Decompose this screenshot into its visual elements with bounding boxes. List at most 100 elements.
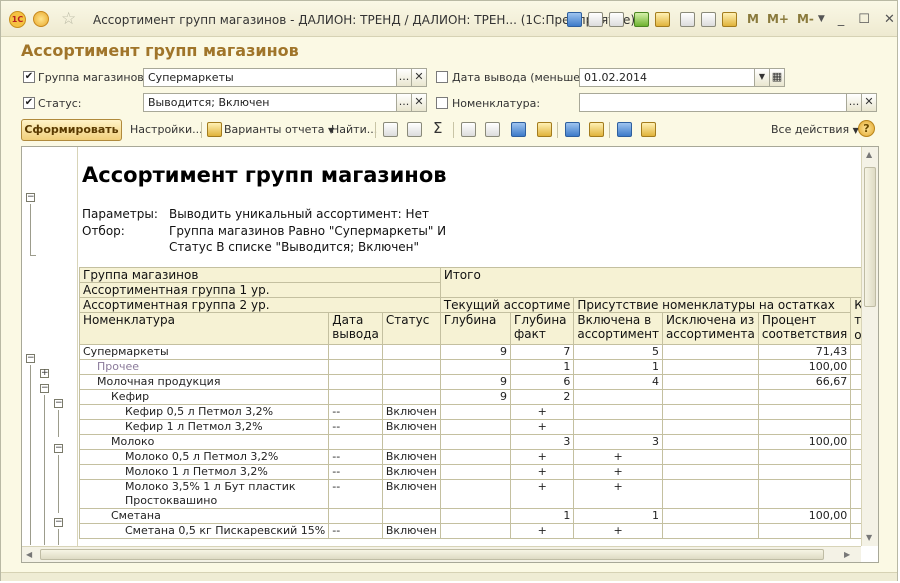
horizontal-scrollbar[interactable]: ◀ ▶	[22, 546, 861, 562]
excluded-cell[interactable]	[661, 449, 759, 465]
status-cell[interactable]	[381, 434, 441, 450]
depth-fact-cell[interactable]: 3	[510, 434, 575, 450]
status-checkbox[interactable]: ✔	[23, 97, 35, 109]
withdraw-date-cell[interactable]	[328, 344, 383, 360]
depth-cell[interactable]	[439, 464, 512, 480]
status-cell[interactable]	[381, 344, 441, 360]
report-variants-icon[interactable]	[207, 122, 222, 137]
percent-cell[interactable]: 100,00	[757, 434, 852, 450]
nomenclature-cell[interactable]: Кефир	[78, 389, 330, 405]
collapse-kefir-icon[interactable]: −	[54, 399, 63, 408]
print-icon[interactable]	[588, 11, 603, 27]
excluded-cell[interactable]	[661, 419, 759, 435]
nomenclature-cell[interactable]: Сметана 0,5 кг Пискаревский 15%	[78, 523, 330, 539]
horizontal-scroll-thumb[interactable]	[40, 549, 824, 560]
nomenclature-cell[interactable]: Кефир 0,5 л Петмол 3,2%	[78, 404, 330, 420]
depth-fact-cell[interactable]: 1	[510, 359, 575, 375]
percent-cell[interactable]	[757, 523, 852, 539]
depth-fact-cell[interactable]: +	[510, 523, 575, 539]
depth-cell[interactable]: 9	[439, 389, 512, 405]
withdraw-date-cell[interactable]	[328, 508, 383, 524]
status-cell[interactable]: Включен	[381, 523, 441, 539]
print-icon[interactable]	[461, 122, 476, 137]
percent-cell[interactable]	[757, 419, 852, 435]
included-cell[interactable]: 5	[573, 344, 663, 360]
collapse-header-icon[interactable]: −	[26, 193, 35, 202]
copy-icon[interactable]	[565, 122, 580, 137]
percent-cell[interactable]	[757, 449, 852, 465]
included-cell[interactable]: 3	[573, 434, 663, 450]
minimize-icon[interactable]: _	[838, 12, 845, 27]
favorites-list-icon[interactable]	[655, 11, 670, 27]
maximize-icon[interactable]: ☐	[858, 12, 870, 27]
depth-fact-cell[interactable]: +	[510, 449, 575, 465]
depth-cell[interactable]	[439, 434, 512, 450]
nomenclature-field[interactable]	[579, 93, 847, 112]
table-row[interactable]: Молоко 3 3 100,00	[78, 434, 878, 450]
table-row[interactable]: Молоко 3,5% 1 л Бут пластик Простоквашино…	[78, 479, 878, 509]
table-row[interactable]: Молоко 0,5 л Петмол 3,2%--Включен++23,00…	[78, 449, 878, 465]
status-cell[interactable]	[381, 389, 441, 405]
table-row[interactable]: Супермаркеты 9 7 5 71,43	[78, 344, 878, 360]
generate-button[interactable]: Сформировать	[21, 119, 122, 141]
calendar-icon[interactable]	[722, 11, 737, 27]
vertical-scrollbar[interactable]: ▲ ▼	[861, 147, 878, 546]
included-cell[interactable]: +	[573, 449, 663, 465]
menu-dropdown-icon[interactable]: ▼	[818, 14, 825, 24]
withdraw-date-cell[interactable]	[328, 359, 383, 375]
withdraw-date-cell[interactable]: --	[328, 464, 383, 480]
withdraw-date-cell[interactable]: --	[328, 479, 383, 509]
withdraw-date-cell[interactable]: --	[328, 449, 383, 465]
excluded-cell[interactable]	[661, 359, 759, 375]
excluded-cell[interactable]	[661, 434, 759, 450]
1c-logo-icon[interactable]: 1С	[9, 11, 26, 28]
collapse-dairy-icon[interactable]: −	[40, 384, 49, 393]
memory-m-button[interactable]: M	[747, 12, 759, 26]
collapse-sour-cream-icon[interactable]: −	[54, 518, 63, 527]
nomenclature-cell[interactable]: Молоко	[78, 434, 330, 450]
find-button[interactable]: Найти...	[331, 123, 377, 136]
nomenclature-cell[interactable]: Прочее	[78, 359, 330, 375]
vertical-scroll-thumb[interactable]	[864, 167, 876, 307]
withdraw-date-cell[interactable]: --	[328, 419, 383, 435]
percent-cell[interactable]	[757, 389, 852, 405]
percent-cell[interactable]: 66,67	[757, 374, 852, 390]
excluded-cell[interactable]	[661, 523, 759, 539]
status-cell[interactable]: Включен	[381, 449, 441, 465]
settings-button[interactable]: Настройки...	[130, 123, 203, 136]
percent-cell[interactable]: 100,00	[757, 508, 852, 524]
depth-cell[interactable]	[439, 404, 512, 420]
scroll-right-icon[interactable]: ▶	[844, 550, 850, 559]
included-cell[interactable]: 1	[573, 359, 663, 375]
table-row[interactable]: Кефир 1 л Петмол 3,2% -- Включен +	[78, 419, 878, 435]
depth-fact-cell[interactable]: +	[510, 404, 575, 420]
send-email-icon[interactable]	[537, 122, 552, 137]
date-dropdown-icon[interactable]: ▼	[754, 68, 770, 87]
save-icon[interactable]	[567, 11, 582, 27]
all-actions-button[interactable]: Все действия ▼	[771, 123, 859, 136]
sum-icon[interactable]: Σ	[433, 119, 442, 137]
expand-groups-icon[interactable]	[383, 122, 398, 137]
main-menu-icon[interactable]	[33, 11, 49, 27]
depth-fact-cell[interactable]: 2	[510, 389, 575, 405]
report-variants-button[interactable]: Варианты отчета ▼	[224, 123, 334, 136]
add-favorite-icon[interactable]	[634, 11, 649, 27]
expand-other-icon[interactable]: +	[40, 369, 49, 378]
memory-m-plus-button[interactable]: M+	[767, 12, 789, 26]
depth-cell[interactable]	[439, 359, 512, 375]
report-area[interactable]: − − + − − − − Ассортимент групп магазино…	[21, 146, 879, 563]
nomenclature-cell[interactable]: Кефир 1 л Петмол 3,2%	[78, 419, 330, 435]
table-row[interactable]: Сметана 0,5 кг Пискаревский 15% -- Включен…	[78, 523, 878, 539]
store-group-checkbox[interactable]: ✔	[23, 71, 35, 83]
excluded-cell[interactable]	[661, 374, 759, 390]
withdraw-date-cell[interactable]: --	[328, 404, 383, 420]
status-cell[interactable]	[381, 359, 441, 375]
nomenclature-cell[interactable]: Молоко 0,5 л Петмол 3,2%	[78, 449, 330, 465]
depth-cell[interactable]: 9	[439, 374, 512, 390]
status-cell[interactable]: Включен	[381, 419, 441, 435]
excluded-cell[interactable]	[661, 508, 759, 524]
percent-cell[interactable]	[757, 464, 852, 480]
save-settings-icon[interactable]	[617, 122, 632, 137]
status-cell[interactable]: Включен	[381, 464, 441, 480]
notes-icon[interactable]	[701, 11, 716, 27]
